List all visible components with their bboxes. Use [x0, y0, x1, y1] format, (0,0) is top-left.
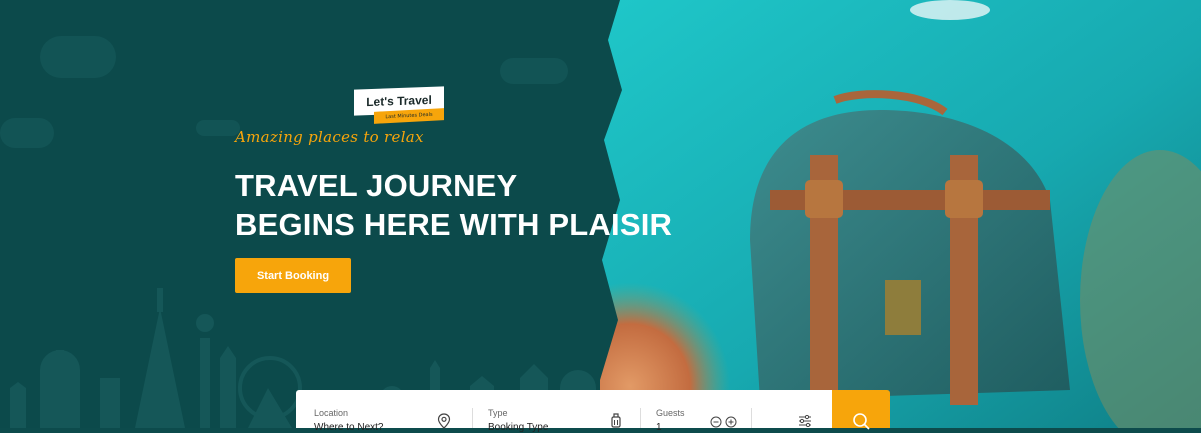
cloud-decoration [40, 36, 116, 78]
headline-line-1: TRAVEL JOURNEY [235, 168, 518, 203]
headline-line-2: BEGINS HERE WITH PLAISIR [235, 207, 673, 242]
filters-field[interactable] [752, 390, 832, 428]
type-label: Type [488, 408, 508, 418]
cloud-decoration [500, 58, 568, 84]
location-label: Location [314, 408, 349, 418]
plus-circle-icon[interactable] [725, 416, 737, 428]
location-field[interactable]: Location Where to Next? [296, 390, 472, 433]
start-booking-button[interactable]: Start Booking [235, 258, 351, 293]
type-field[interactable]: Type Booking Type [473, 390, 640, 433]
hero-photo-backpack [600, 0, 1201, 428]
hero-headline: TRAVEL JOURNEY BEGINS HERE WITH PLAISIR [235, 166, 672, 244]
site-logo[interactable]: Let's Travel Last Minutes Deals [354, 86, 446, 124]
booking-search-bar: Location Where to Next? Type Booking Typ… [296, 390, 832, 433]
luggage-icon [611, 413, 621, 428]
cloud-decoration [196, 120, 240, 136]
guests-label: Guests [656, 408, 685, 418]
minus-circle-icon[interactable] [710, 416, 722, 428]
guests-field: Guests 1 [641, 390, 751, 433]
search-icon [853, 413, 870, 430]
logo-subtitle: Last Minutes Deals [374, 108, 444, 124]
cloud-decoration [0, 118, 54, 148]
hero-tagline: Amazing places to relax [235, 128, 424, 146]
map-pin-icon [437, 413, 451, 429]
sliders-icon[interactable] [798, 415, 812, 427]
search-button[interactable] [832, 390, 890, 430]
